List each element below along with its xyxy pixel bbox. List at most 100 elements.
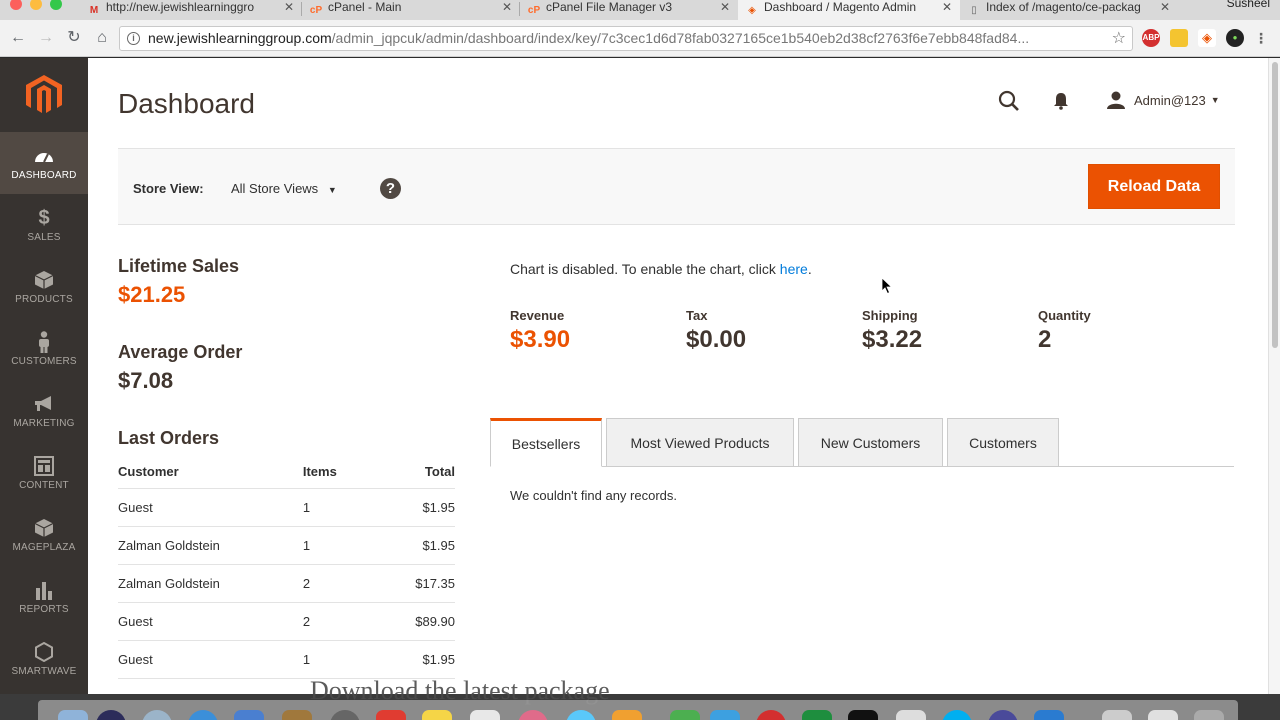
textedit-icon[interactable] [896, 710, 926, 720]
launchpad-icon[interactable] [96, 710, 126, 720]
totals-tax: Tax $0.00 [686, 308, 746, 354]
bell-icon[interactable] [1052, 92, 1070, 110]
table-row[interactable]: Guest 2 $89.90 [118, 602, 455, 641]
bookmark-star-icon[interactable]: ☆ [1112, 27, 1126, 50]
page-title: Dashboard [118, 88, 255, 119]
sidebar-item-sales[interactable]: $ SALES [0, 194, 88, 256]
table-row[interactable]: Guest 1 $1.95 [118, 488, 455, 527]
totals-revenue: Revenue $3.90 [510, 308, 570, 354]
facetime-icon[interactable] [670, 710, 700, 720]
admin-user-menu[interactable]: Admin@123 ▼ [1106, 90, 1220, 110]
close-tab-icon[interactable]: ✕ [1160, 0, 1170, 14]
tab-bestsellers[interactable]: Bestsellers [490, 418, 602, 467]
table-row[interactable]: Zalman Goldstein 2 $17.35 [118, 564, 455, 603]
info-icon[interactable]: i [127, 32, 140, 45]
sidebar-item-content[interactable]: CONTENT [0, 442, 88, 504]
order-customer: Zalman Goldstein [118, 564, 303, 603]
table-row[interactable]: Zalman Goldstein 1 $1.95 [118, 526, 455, 565]
order-total: $89.90 [382, 602, 455, 641]
mail-icon[interactable] [234, 710, 264, 720]
help-question-icon[interactable]: ? [380, 178, 401, 199]
totals-value: $3.22 [862, 326, 923, 353]
close-tab-icon[interactable]: ✕ [720, 0, 730, 14]
close-window-button[interactable] [10, 0, 22, 10]
reload-icon[interactable]: ↻ [64, 28, 84, 48]
preview-icon[interactable] [710, 710, 740, 720]
browser-tab-active[interactable]: ◈ Dashboard / Magento Admin ✕ [738, 0, 960, 20]
chevron-down-icon: ▼ [1210, 95, 1220, 105]
home-icon[interactable]: ⌂ [92, 28, 112, 48]
close-tab-icon[interactable]: ✕ [502, 0, 512, 14]
terminal-icon[interactable] [848, 710, 878, 720]
page-scrollbar[interactable] [1268, 58, 1280, 694]
close-tab-icon[interactable]: ✕ [284, 0, 294, 14]
sidebar-item-reports[interactable]: REPORTS [0, 566, 88, 628]
totals-label: Tax [686, 308, 708, 323]
skype-icon[interactable] [942, 710, 972, 720]
app-store-icon[interactable] [188, 710, 218, 720]
browser-tab[interactable]: ▯ Index of /magento/ce-packag ✕ [960, 0, 1178, 20]
enable-chart-link[interactable]: here [780, 261, 808, 277]
sidebar-item-label: PRODUCTS [15, 294, 73, 305]
word-icon[interactable] [1034, 710, 1064, 720]
admin-sidebar: DASHBOARD $ SALES PRODUCTS CUSTOMERS MAR… [0, 58, 88, 694]
colorzilla-icon[interactable]: ● [1226, 29, 1244, 47]
browser-tab[interactable]: cP cPanel - Main ✕ [302, 0, 520, 20]
calendar-icon[interactable] [376, 710, 406, 720]
ibooks-icon[interactable] [612, 710, 642, 720]
downloads-folder-icon[interactable] [1148, 710, 1178, 720]
maximize-window-button[interactable] [50, 0, 62, 10]
url-path: /admin_jqpcuk/admin/dashboard/index/key/… [331, 30, 1030, 46]
dashboard-tabs: Bestsellers Most Viewed Products New Cus… [490, 418, 1234, 467]
safari-icon[interactable] [142, 710, 172, 720]
store-view-switcher[interactable]: All Store Views ▼ [231, 181, 337, 196]
finder-icon[interactable] [58, 710, 88, 720]
chrome-icon[interactable] [988, 710, 1018, 720]
average-order-value: $7.08 [118, 368, 174, 393]
tab-title: cPanel File Manager v3 [546, 0, 673, 14]
forward-arrow-icon[interactable]: → [36, 28, 56, 48]
sidebar-item-marketing[interactable]: MARKETING [0, 380, 88, 442]
scrollbar-thumb[interactable] [1272, 62, 1278, 348]
tab-customers[interactable]: Customers [947, 418, 1059, 467]
search-icon[interactable] [998, 90, 1020, 112]
cube-icon [33, 517, 55, 539]
excel-icon[interactable] [802, 710, 832, 720]
tab-new-customers[interactable]: New Customers [798, 418, 943, 467]
chrome-menu-icon[interactable]: ⋮ [1252, 29, 1270, 47]
messages-icon[interactable] [566, 710, 596, 720]
order-items: 1 [302, 526, 383, 565]
browser-tab[interactable]: cP cPanel File Manager v3 ✕ [520, 0, 738, 20]
sidebar-item-customers[interactable]: CUSTOMERS [0, 318, 88, 380]
sidebar-item-dashboard[interactable]: DASHBOARD [0, 132, 88, 194]
table-row[interactable]: Guest 1 $1.95 [118, 640, 455, 679]
browser-tab[interactable]: M http://new.jewishlearninggro ✕ [80, 0, 302, 20]
magento-admin-page: DASHBOARD $ SALES PRODUCTS CUSTOMERS MAR… [0, 58, 1268, 694]
address-bar[interactable]: i new.jewishlearninggroup.com/admin_jqpc… [119, 26, 1133, 51]
reminders-icon[interactable] [470, 710, 500, 720]
sidebar-item-products[interactable]: PRODUCTS [0, 256, 88, 318]
back-arrow-icon[interactable]: ← [8, 28, 28, 48]
close-tab-icon[interactable]: ✕ [942, 0, 952, 14]
profile-name[interactable]: Susheel [1227, 0, 1270, 10]
magento-extension-icon[interactable]: ◈ [1198, 29, 1216, 47]
trash-icon[interactable] [1194, 710, 1224, 720]
reload-data-button[interactable]: Reload Data [1088, 164, 1220, 209]
layout-icon [33, 455, 55, 477]
photos-icon[interactable] [518, 710, 548, 720]
order-items: 1 [302, 488, 383, 527]
sidebar-item-smartwave[interactable]: SMARTWAVE [0, 628, 88, 690]
documents-folder-icon[interactable] [1102, 710, 1132, 720]
contacts-icon[interactable] [282, 710, 312, 720]
tab-most-viewed-products[interactable]: Most Viewed Products [606, 418, 794, 467]
tab-title: http://new.jewishlearninggro [106, 0, 255, 14]
magento-logo[interactable] [0, 58, 88, 132]
chart-message-text: Chart is disabled. To enable the chart, … [510, 261, 780, 277]
notes-icon[interactable] [422, 710, 452, 720]
opera-icon[interactable] [756, 710, 786, 720]
notes-extension-icon[interactable] [1170, 29, 1188, 47]
sidebar-item-mageplaza[interactable]: MAGEPLAZA [0, 504, 88, 566]
system-preferences-icon[interactable] [330, 710, 360, 720]
minimize-window-button[interactable] [30, 0, 42, 10]
adblock-icon[interactable]: ABP [1142, 29, 1160, 47]
